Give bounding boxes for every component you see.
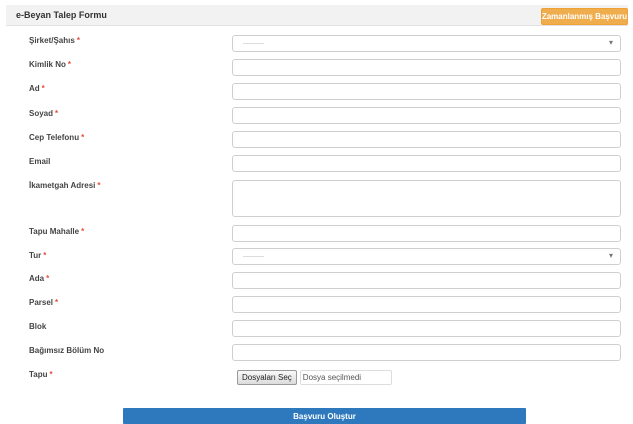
ikametgah-adresi-textarea[interactable] <box>232 180 621 217</box>
label-soyad: Soyad * <box>29 109 59 118</box>
blok-input[interactable] <box>232 320 621 337</box>
label-kimlik-no: Kimlik No * <box>29 60 72 69</box>
tur-select[interactable]: ——— ▾ <box>232 248 621 265</box>
label-ad: Ad * <box>29 84 45 93</box>
label-blok: Blok <box>29 322 47 331</box>
ada-input[interactable] <box>232 272 621 289</box>
tur-selected-value: ——— <box>243 253 264 260</box>
parsel-input[interactable] <box>232 296 621 313</box>
label-tur: Tur * <box>29 251 47 260</box>
chevron-down-icon: ▾ <box>608 38 613 47</box>
label-ada: Ada * <box>29 274 50 283</box>
sirket-sahis-selected-value: ——— <box>243 40 264 47</box>
chevron-down-icon: ▾ <box>608 251 613 260</box>
tapu-mahalle-input[interactable] <box>232 225 621 242</box>
label-cep-telefonu: Cep Telefonu * <box>29 133 85 142</box>
label-email: Email <box>29 157 51 166</box>
soyad-input[interactable] <box>232 107 621 124</box>
tapu-file-input[interactable]: Dosyaları Seç Dosya seçilmedi <box>237 369 393 385</box>
file-status-text: Dosya seçilmedi <box>299 369 393 385</box>
ad-input[interactable] <box>232 83 621 100</box>
bagimsiz-bolum-no-input[interactable] <box>232 344 621 361</box>
choose-files-button[interactable]: Dosyaları Seç <box>237 369 297 385</box>
form-title: e-Beyan Talep Formu <box>16 10 107 20</box>
sirket-sahis-select[interactable]: ——— ▾ <box>232 35 621 52</box>
scheduled-application-button[interactable]: Zamanlanmış Başvuru <box>541 8 628 25</box>
cep-telefonu-input[interactable] <box>232 131 621 148</box>
label-tapu: Tapu * <box>29 370 53 379</box>
label-parsel: Parsel * <box>29 298 59 307</box>
form-header: e-Beyan Talep Formu Zamanlanmış Başvuru <box>6 5 628 26</box>
label-tapu-mahalle: Tapu Mahalle * <box>29 227 85 236</box>
email-input[interactable] <box>232 155 621 172</box>
label-bagimsiz-bolum-no: Bağımsız Bölüm No <box>29 346 105 355</box>
label-sirket-sahis: Şirket/Şahıs * <box>29 36 80 45</box>
label-ikametgah-adresi: İkametgah Adresi * <box>29 181 101 190</box>
kimlik-no-input[interactable] <box>232 59 621 76</box>
